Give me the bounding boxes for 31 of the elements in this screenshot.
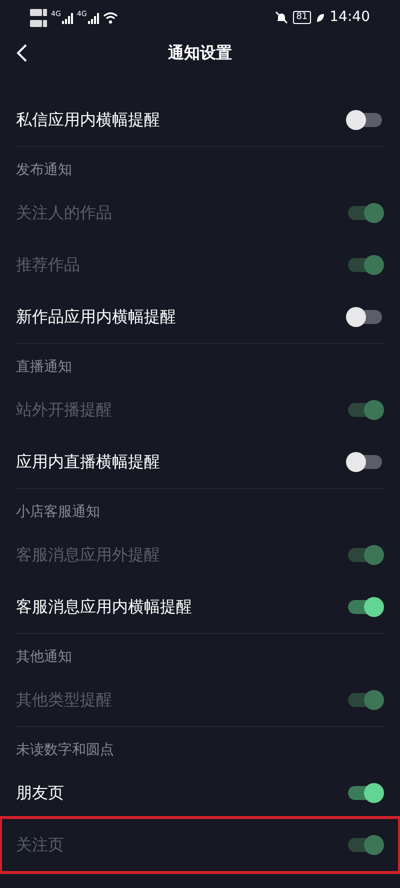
setting-label: 站外开播提醒 xyxy=(16,399,112,421)
setting-label: 客服消息应用外提醒 xyxy=(16,544,160,566)
muted-bell-icon xyxy=(275,11,288,24)
toggle-switch[interactable] xyxy=(348,786,382,800)
setting-label: 客服消息应用内横幅提醒 xyxy=(16,596,192,618)
wifi-icon xyxy=(102,12,118,24)
setting-label: 关注页 xyxy=(16,834,64,856)
clock-time: 14:40 xyxy=(330,8,370,27)
section-title: 其他通知 xyxy=(16,648,72,666)
section-title: 未读数字和圆点 xyxy=(16,740,114,760)
toggle-switch[interactable] xyxy=(348,600,382,614)
setting-label: 应用内直播横幅提醒 xyxy=(16,451,160,473)
section-title: 直播通知 xyxy=(16,358,72,376)
section-title: 小店客服通知 xyxy=(16,502,100,522)
signal-icon xyxy=(62,13,74,24)
setting-label: 关注人的作品 xyxy=(16,202,112,224)
battery-level: 81 xyxy=(293,11,311,24)
toggle-switch[interactable] xyxy=(348,113,382,127)
leaf-icon xyxy=(316,12,325,22)
signal-icon xyxy=(88,13,100,24)
sim-icon xyxy=(30,8,48,28)
setting-label: 朋友页 xyxy=(16,782,64,804)
setting-label: 私信应用内横幅提醒 xyxy=(16,109,160,131)
setting-label: 其他类型提醒 xyxy=(16,689,112,711)
setting-label: 新作品应用内横幅提醒 xyxy=(16,306,176,328)
toggle-switch[interactable] xyxy=(348,455,382,469)
setting-label: 推荐作品 xyxy=(16,254,80,276)
page-title: 通知设置 xyxy=(168,42,232,64)
toggle-switch[interactable] xyxy=(348,310,382,324)
back-icon[interactable] xyxy=(16,43,28,63)
section-title: 发布通知 xyxy=(16,160,72,180)
